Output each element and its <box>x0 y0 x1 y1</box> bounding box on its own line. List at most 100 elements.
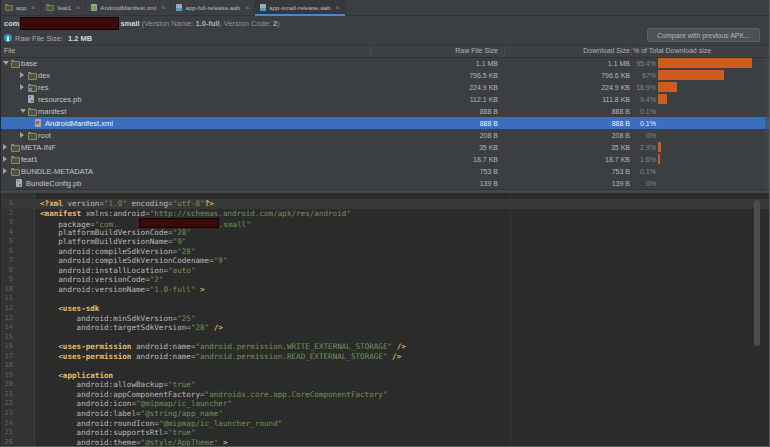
raw-file-size-label: Raw File Size: <box>15 34 65 43</box>
tab-AndroidManifest.xml[interactable]: AndroidManifest.xml × <box>86 0 171 15</box>
file-name: dex <box>38 71 50 80</box>
arrow-collapsed-icon[interactable] <box>3 156 7 162</box>
code-line: 7 android:compileSdkVersionCodename="9" <box>0 256 770 266</box>
column-header-file[interactable]: File <box>4 47 15 54</box>
raw-file-size-cell: 753 B <box>480 168 498 175</box>
tab-label: feat1 <box>57 4 71 11</box>
raw-file-size-cell: 18.7 KB <box>473 156 498 163</box>
raw-file-size-cell: 139 B <box>480 180 498 187</box>
tab-label: AndroidManifest.xml <box>100 4 156 11</box>
raw-file-size-cell: 224.9 KB <box>469 84 498 91</box>
tab-app[interactable]: app× <box>0 0 41 15</box>
raw-file-size-cell: 208 B <box>480 132 498 139</box>
folder-icon <box>28 133 37 140</box>
file-tree-rows: base1.1 MB1.1 MB95.4%dex796.5 KB796.6 KB… <box>0 57 770 190</box>
table-scrollbar[interactable] <box>765 58 769 189</box>
arrow-collapsed-icon[interactable] <box>3 168 7 174</box>
code-text: platformBuildVersionCode="28" <box>40 228 191 238</box>
file-name: resources.pb <box>38 95 81 104</box>
tree-row-resources.pb[interactable]: resources.pb112.1 KB111.8 KB9.4% <box>0 93 770 105</box>
code-line: 21 android:appComponentFactory="androidx… <box>0 390 770 400</box>
tree-row-base[interactable]: base1.1 MB1.1 MB95.4% <box>0 57 770 69</box>
close-tab-icon[interactable]: × <box>335 4 339 11</box>
folder-icon <box>28 109 37 116</box>
download-size-bar <box>658 58 752 68</box>
code-line: 20 android:allowBackup="true" <box>0 380 770 390</box>
tree-row-AndroidManifest.xml[interactable]: AndroidManifest.xml888 B888 B0.1% <box>0 117 770 129</box>
download-size-bar <box>658 82 677 92</box>
tree-row-root[interactable]: root208 B208 B0% <box>0 129 770 141</box>
code-line: 8 android:installLocation="auto" <box>0 266 770 276</box>
code-text: <manifest xmlns:android="http://schemas.… <box>40 209 351 219</box>
tab-app-small-release.aab[interactable]: app-small-release.aab× <box>255 0 345 15</box>
code-line: 24 android:roundIcon="@mipmap/ic_launche… <box>0 419 770 429</box>
manifest-file-icon <box>35 119 41 127</box>
code-line: 16 <uses-permission android:name="androi… <box>0 342 770 352</box>
redacted-package-name <box>139 218 219 228</box>
code-line: 12 <uses-sdk <box>0 304 770 314</box>
tree-row-feat1[interactable]: feat118.7 KB18.7 KB1.6% <box>0 153 770 165</box>
tree-row-res[interactable]: res224.9 KB224.9 KB18.9% <box>0 81 770 93</box>
tree-row-manifest[interactable]: manifest888 B888 B0.1% <box>0 105 770 117</box>
download-size-cell: 753 B <box>612 168 630 175</box>
folder-icon <box>11 169 20 176</box>
code-lines: 1<?xml version="1.0" encoding="utf-8"?>2… <box>0 199 770 447</box>
line-number: 13 <box>0 314 13 324</box>
arrow-collapsed-icon[interactable] <box>20 132 24 138</box>
code-text: android:theme="@style/AppTheme" > <box>40 438 227 447</box>
close-tab-icon[interactable]: × <box>245 4 249 11</box>
arrow-collapsed-icon[interactable] <box>20 72 24 78</box>
code-line: 11 <box>0 294 770 304</box>
download-size-cell: 888 B <box>612 108 630 115</box>
tab-feat1[interactable]: feat1 × <box>41 0 86 15</box>
column-header-percent-of-total[interactable]: % of Total Download size <box>633 47 711 54</box>
pb-file-icon <box>28 95 34 103</box>
column-separator <box>504 47 505 56</box>
code-text: <uses-permission android:name="android.p… <box>40 352 401 362</box>
info-icon <box>4 34 12 42</box>
line-number: 8 <box>0 266 13 276</box>
line-number: 19 <box>0 371 13 381</box>
close-tab-icon[interactable]: × <box>161 4 165 11</box>
line-number: 25 <box>0 428 13 438</box>
download-size-cell: 224.9 KB <box>601 84 630 91</box>
download-size-bar <box>658 142 661 152</box>
arrow-collapsed-icon[interactable] <box>20 84 24 90</box>
compare-with-previous-apk-button[interactable]: Compare with previous APK... <box>647 28 760 42</box>
column-separator <box>631 47 632 56</box>
percent-cell: 9.4% <box>640 96 656 103</box>
folder-icon <box>11 61 20 68</box>
line-number: 4 <box>0 228 13 238</box>
aab-file-icon <box>176 4 182 11</box>
percent-cell: 67% <box>642 72 656 79</box>
tree-row-BundleConfig.pb[interactable]: BundleConfig.pb139 B139 B0% <box>0 177 770 189</box>
code-line: 19 <application <box>0 371 770 381</box>
code-line: 18 <box>0 361 770 371</box>
line-number: 9 <box>0 275 13 285</box>
apk-info-header: com small (Version Name: 1.0-full , Vers… <box>0 16 770 45</box>
file-name: manifest <box>38 107 66 116</box>
arrow-expanded-icon[interactable] <box>20 109 26 113</box>
manifest-editor[interactable]: 1<?xml version="1.0" encoding="utf-8"?>2… <box>0 193 770 447</box>
column-header-raw-file-size[interactable]: Raw File Size <box>455 47 498 54</box>
column-header-download-size[interactable]: Download Size <box>583 47 630 54</box>
line-number: 24 <box>0 419 13 429</box>
line-number: 22 <box>0 399 13 409</box>
raw-file-size-cell: 1.1 MB <box>476 60 498 67</box>
package-suffix: small <box>120 19 139 28</box>
editor-scrollbar[interactable] <box>754 200 760 346</box>
close-tab-icon[interactable]: × <box>76 4 80 11</box>
code-line: 5 platformBuildVersionName="9" <box>0 237 770 247</box>
tree-row-META-INF[interactable]: META-INF35 KB35 KB2.9% <box>0 141 770 153</box>
arrow-collapsed-icon[interactable] <box>3 144 7 150</box>
close-tab-icon[interactable]: × <box>31 4 35 11</box>
code-line: 10 android:versionName="1.0-full" > <box>0 285 770 295</box>
arrow-expanded-icon[interactable] <box>3 61 9 65</box>
tab-app-full-release.aab[interactable]: app-full-release.aab× <box>171 0 255 15</box>
tree-row-dex[interactable]: dex796.5 KB796.6 KB67% <box>0 69 770 81</box>
file-name: root <box>38 131 51 140</box>
tree-row-BUNDLE-METADATA[interactable]: BUNDLE-METADATA753 B753 B0.1% <box>0 165 770 177</box>
code-text: android:compileSdkVersion="28" <box>40 247 195 257</box>
aab-file-icon <box>260 4 266 11</box>
percent-cell: 2.9% <box>640 144 656 151</box>
